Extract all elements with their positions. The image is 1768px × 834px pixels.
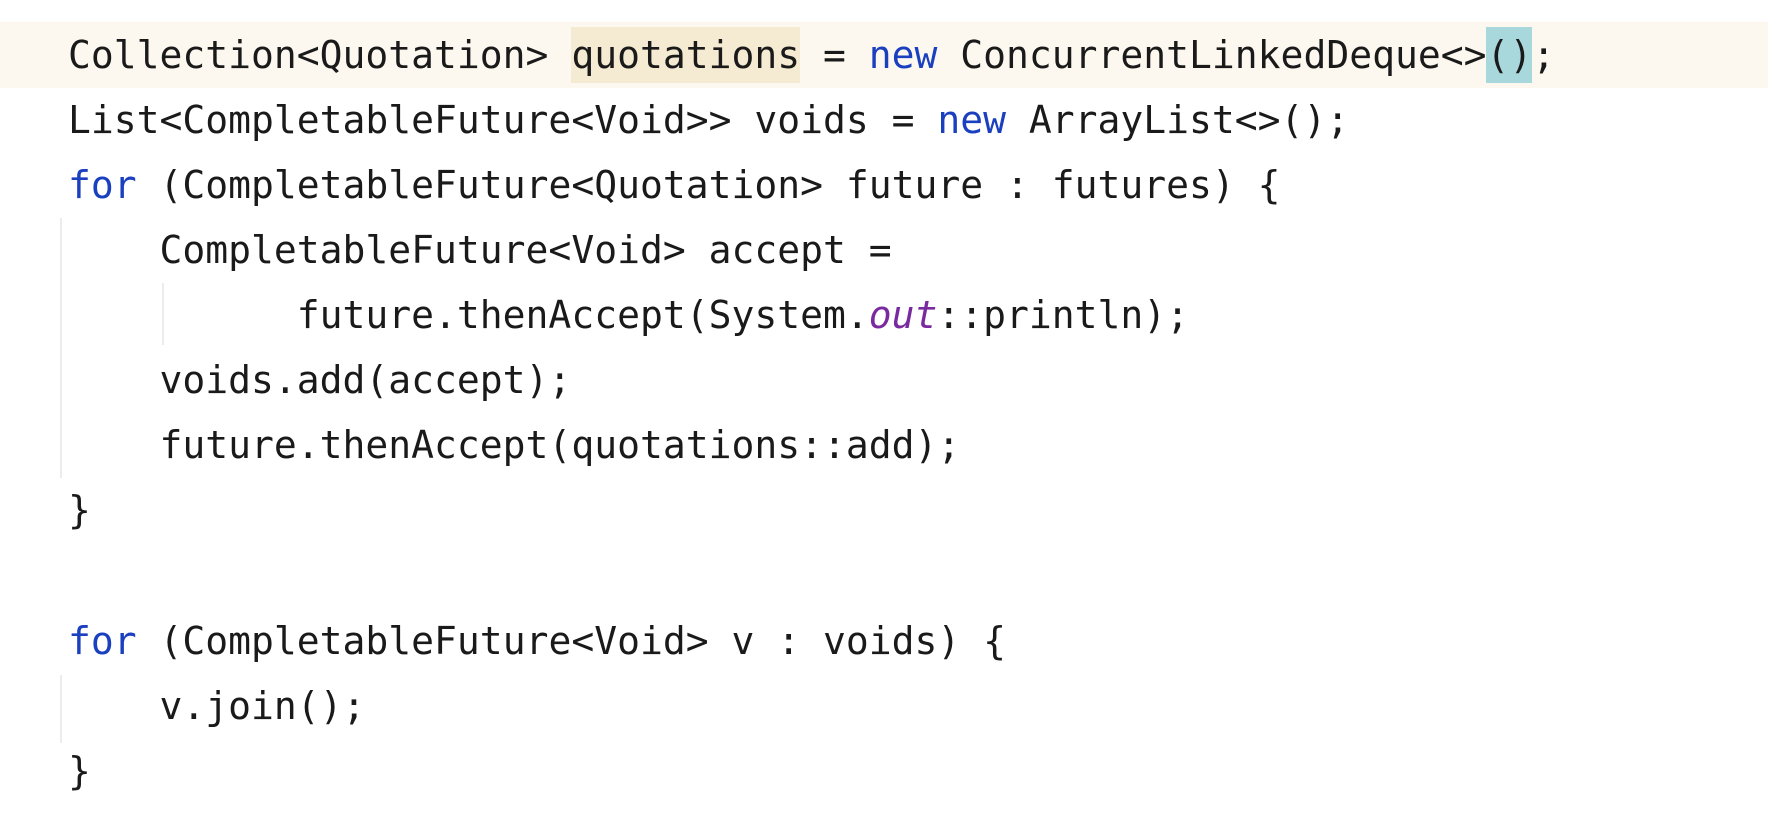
code-token: ::println); xyxy=(937,293,1190,337)
code-line-4[interactable]: CompletableFuture<Void> accept = xyxy=(68,217,892,283)
code-line-3[interactable]: for (CompletableFuture<Quotation> future… xyxy=(68,152,1281,218)
code-editor[interactable]: Collection<Quotation> quotations = new C… xyxy=(0,0,1768,834)
code-token: CompletableFuture<Void> accept = xyxy=(68,228,892,272)
code-line-11[interactable]: v.join(); xyxy=(68,673,366,739)
close-paren: ) xyxy=(1509,33,1533,77)
code-line-12[interactable]: } xyxy=(68,738,91,804)
code-line-1[interactable]: Collection<Quotation> quotations = new C… xyxy=(68,22,1555,88)
code-token: List<CompletableFuture<Void>> voids = xyxy=(68,98,938,142)
code-token: voids.add(accept); xyxy=(68,358,572,402)
indent-guide xyxy=(60,218,62,478)
indent-guide xyxy=(60,675,62,743)
open-paren: ( xyxy=(1486,33,1510,77)
static-field-token: out xyxy=(868,293,938,337)
code-token: ArrayList<>(); xyxy=(1006,98,1350,142)
code-token: (CompletableFuture<Void> v : voids) { xyxy=(136,619,1007,663)
code-token: future.thenAccept(System. xyxy=(68,293,869,337)
code-line-10[interactable]: for (CompletableFuture<Void> v : voids) … xyxy=(68,608,1006,674)
code-token: } xyxy=(68,749,91,793)
bracket-match-highlight: () xyxy=(1486,27,1533,83)
identifier-occurrence-highlight: quotations xyxy=(571,27,801,83)
code-token: ; xyxy=(1532,33,1556,77)
keyword-token: for xyxy=(68,619,137,663)
code-line-6[interactable]: voids.add(accept); xyxy=(68,347,572,413)
code-token: Collection<Quotation> xyxy=(68,33,572,77)
code-line-2[interactable]: List<CompletableFuture<Void>> voids = ne… xyxy=(68,87,1349,153)
code-token: future.thenAccept(quotations::add); xyxy=(68,423,961,467)
code-token: = xyxy=(800,33,869,77)
code-line-7[interactable]: future.thenAccept(quotations::add); xyxy=(68,412,961,478)
code-token: } xyxy=(68,488,91,532)
keyword-token: new xyxy=(937,98,1007,142)
code-line-5[interactable]: future.thenAccept(System.out::println); xyxy=(68,282,1189,348)
code-token: ConcurrentLinkedDeque<> xyxy=(937,33,1487,77)
keyword-token: for xyxy=(68,163,137,207)
keyword-token: new xyxy=(868,33,938,77)
code-token: (CompletableFuture<Quotation> future : f… xyxy=(136,163,1281,207)
code-token: v.join(); xyxy=(68,684,366,728)
code-line-8[interactable]: } xyxy=(68,477,91,543)
